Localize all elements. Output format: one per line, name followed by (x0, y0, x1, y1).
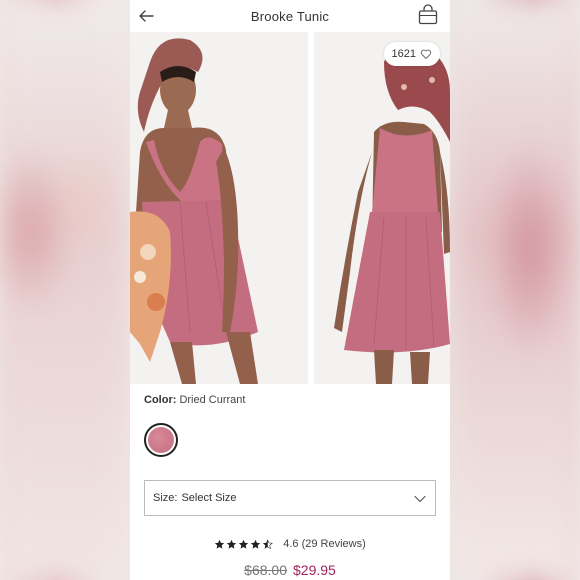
color-label: Color: (144, 394, 177, 406)
rating-text: 4.6 (29 Reviews) (283, 538, 366, 550)
chevron-down-icon (414, 495, 426, 503)
star-half-icon (263, 539, 274, 549)
shopping-bag-icon[interactable] (416, 3, 440, 27)
likes-badge[interactable]: 1621 (383, 42, 440, 66)
sale-price: $29.95 (293, 562, 336, 578)
likes-count: 1621 (391, 48, 416, 60)
size-select-dropdown[interactable]: Size: Select Size (144, 480, 436, 516)
color-swatch-dried-currant[interactable] (144, 423, 178, 457)
swatch-fill (148, 427, 174, 453)
star-full-icon (251, 539, 261, 549)
product-image-back[interactable] (314, 32, 450, 384)
star-full-icon (215, 539, 225, 549)
star-rating (214, 539, 274, 550)
heart-icon (420, 49, 432, 59)
background-blur-left (0, 0, 130, 580)
size-value: Select Size (181, 492, 237, 504)
background-blur-right (450, 0, 580, 580)
star-full-icon (227, 539, 237, 549)
star-full-icon (239, 539, 249, 549)
color-selection-row: Color: Dried Currant (144, 394, 245, 406)
page-title: Brooke Tunic (250, 8, 330, 24)
product-screen: Brooke Tunic 1621 Color: Dried Currant S… (130, 0, 450, 580)
price-row: $68.00 $29.95 (130, 562, 450, 578)
size-label: Size: (153, 492, 178, 504)
arrow-left-icon[interactable] (136, 6, 156, 26)
product-image-front[interactable] (130, 32, 308, 384)
color-value: Dried Currant (179, 394, 246, 406)
rating-row[interactable]: 4.6 (29 Reviews) (130, 538, 450, 550)
original-price: $68.00 (244, 562, 287, 578)
header: Brooke Tunic (130, 0, 450, 32)
